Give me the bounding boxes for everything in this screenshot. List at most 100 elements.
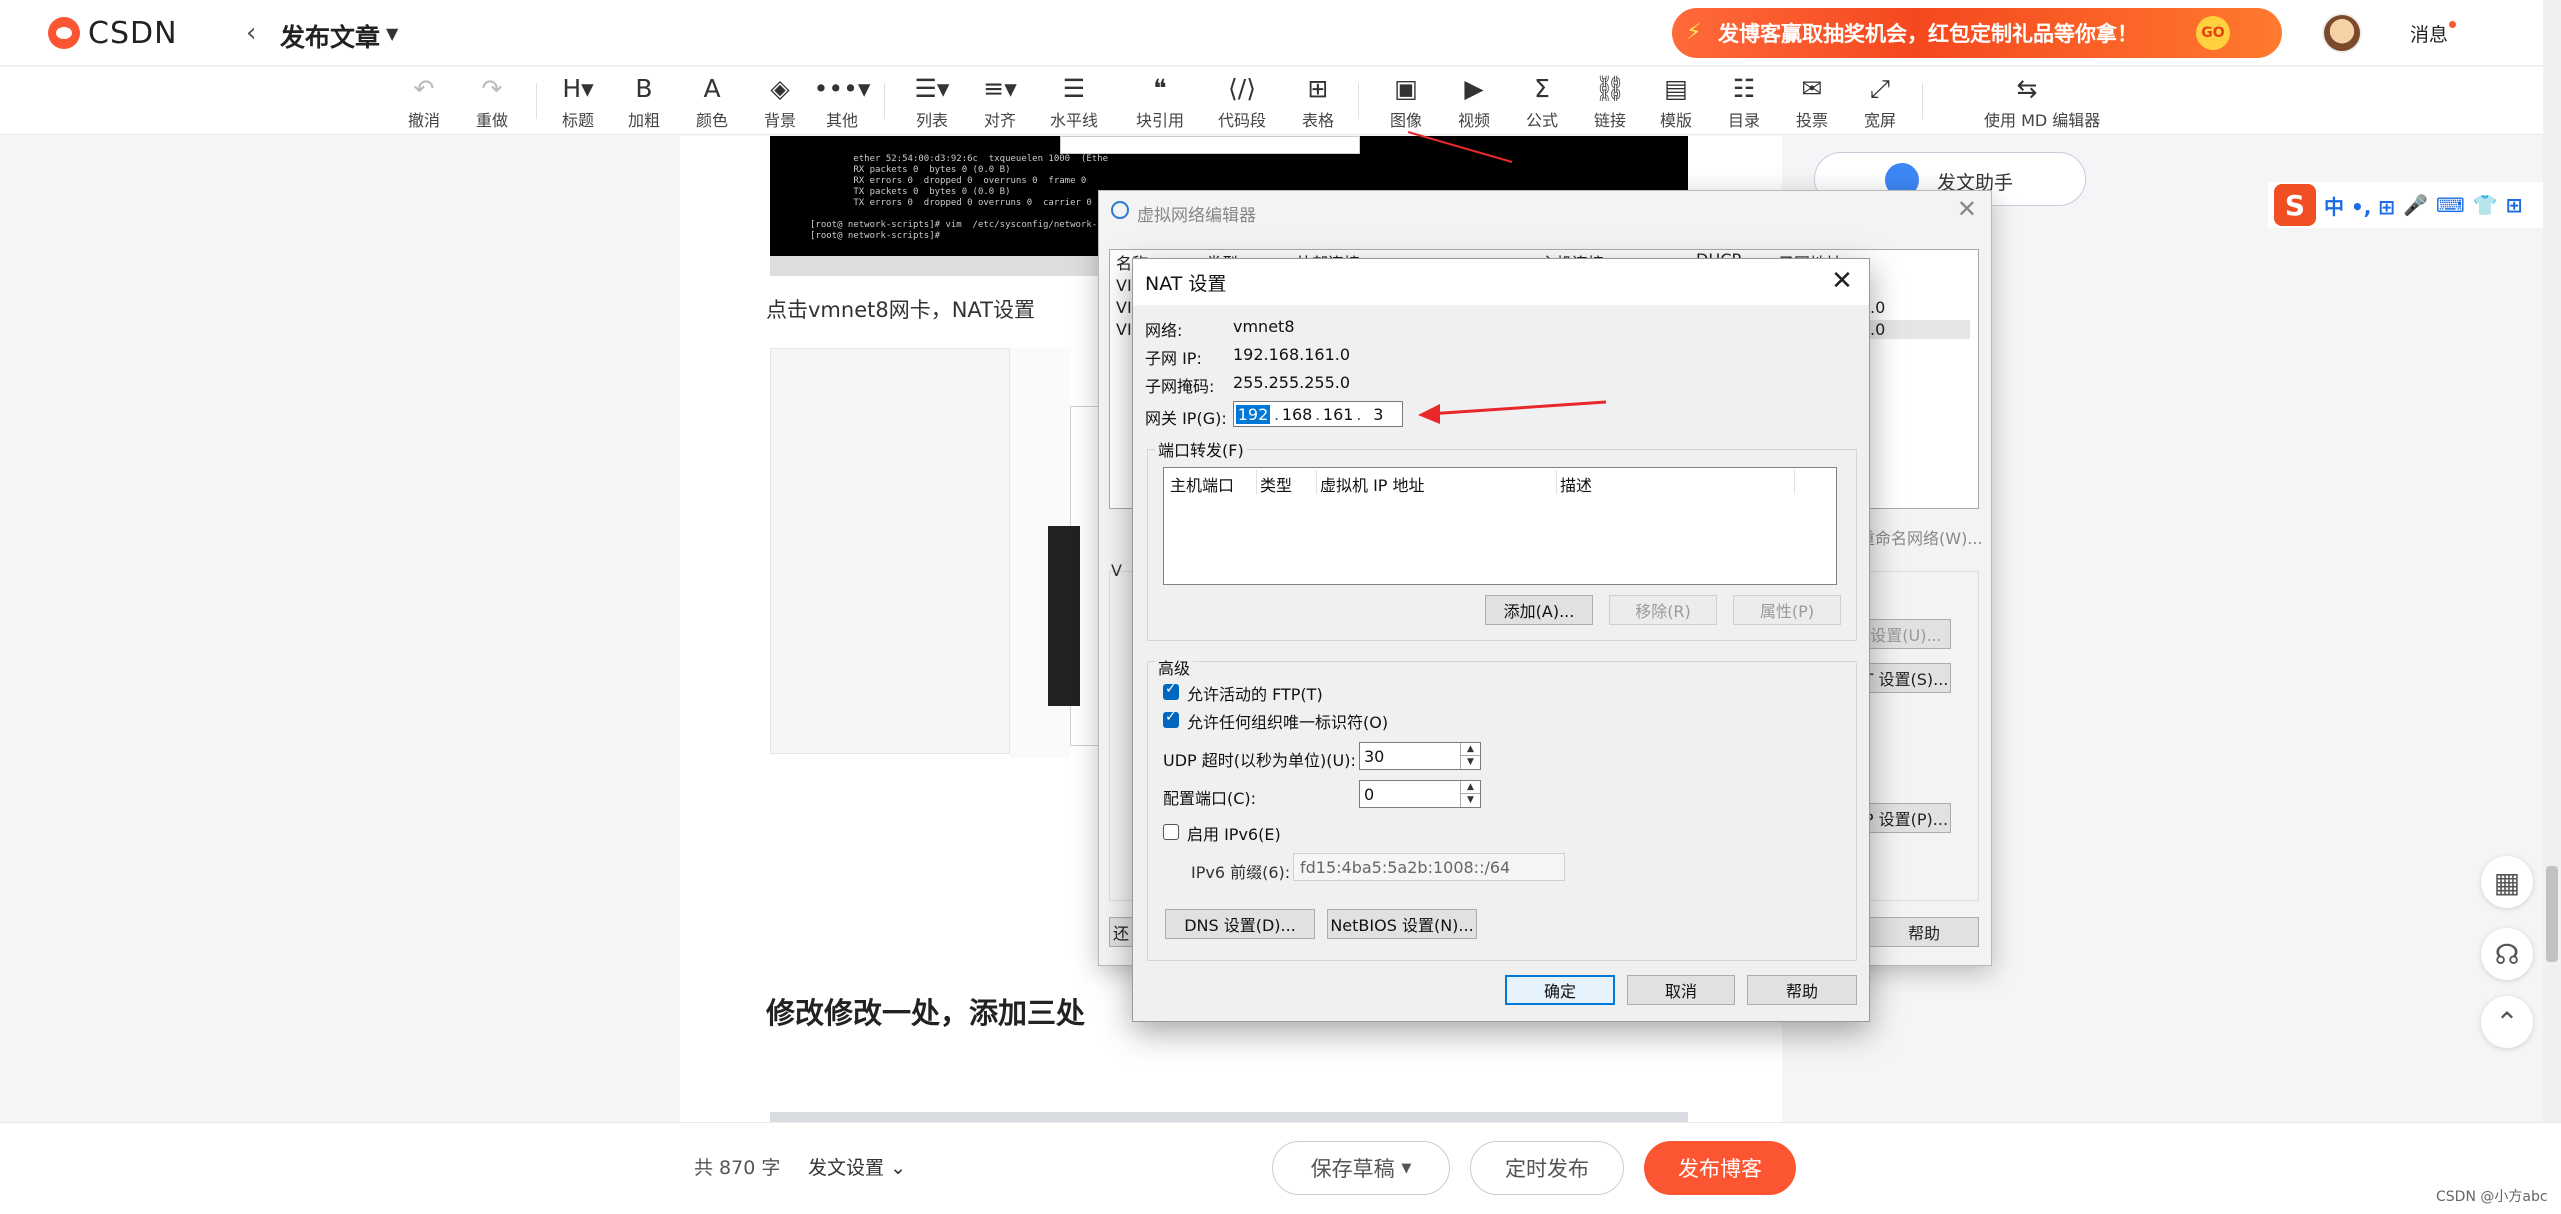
rename-network-button[interactable]: 重命名网络(W)... <box>1859 525 1983 549</box>
close-icon[interactable]: ✕ <box>1825 263 1859 299</box>
column-type[interactable]: 类型 <box>1260 472 1292 496</box>
restore-defaults-button[interactable]: 还 <box>1109 917 1133 947</box>
qrcode-icon[interactable]: ▦ <box>2481 856 2533 908</box>
bold-button[interactable]: B 加粗 <box>614 73 674 131</box>
remove-port-button[interactable]: 移除(R) <box>1609 595 1717 625</box>
schedule-button[interactable]: 定时发布 <box>1470 1141 1624 1195</box>
allow-ftp-label[interactable]: 允许活动的 FTP(T) <box>1187 681 1323 705</box>
ok-button[interactable]: 确定 <box>1505 975 1615 1005</box>
dhcp-button[interactable]: P 设置(P)... <box>1861 803 1951 833</box>
watermark: CSDN @小方abc <box>2436 1189 2548 1205</box>
subnet-cell-selected: .0 <box>1870 320 1970 339</box>
shirt-icon[interactable]: 👕 <box>2473 193 2498 217</box>
color-button[interactable]: A 颜色 <box>682 73 742 131</box>
promo-go-badge[interactable]: GO <box>2196 16 2230 50</box>
link-button[interactable]: ⛓ 链接 <box>1580 73 1640 131</box>
redo-button[interactable]: ↷ 重做 <box>462 73 522 131</box>
vne-title: 虚拟网络编辑器 <box>1137 206 1256 226</box>
align-button[interactable]: ≡▾ 对齐 <box>970 73 1030 131</box>
column-vm-ip[interactable]: 虚拟机 IP 地址 <box>1320 472 1425 496</box>
network-row[interactable]: VI <box>1116 298 1132 317</box>
network-row[interactable]: VI <box>1116 276 1132 295</box>
back-to-top-icon[interactable]: ⌃ <box>2481 996 2533 1048</box>
md-editor-button[interactable]: ⇆ 使用 MD 编辑器 <box>1984 73 2101 131</box>
heading-button[interactable]: H▾ 标题 <box>548 73 608 131</box>
ipv6-prefix-label: IPv6 前缀(6): <box>1191 863 1291 882</box>
vote-button[interactable]: ✉ 投票 <box>1782 73 1842 131</box>
spin-up-icon[interactable]: ▲ <box>1460 743 1480 756</box>
promo-banner[interactable]: ⚡ 发博客赢取抽奖机会，红包定制礼品等你拿！ GO <box>1672 8 2282 58</box>
ime-toolbar[interactable]: S 中 •, ⊞ 🎤 ⌨ 👕 ⊞ <box>2268 182 2544 228</box>
gateway-ip-label: 网关 IP(G): <box>1145 409 1227 428</box>
md-editor-label: 使用 MD 编辑器 <box>1984 111 2101 130</box>
headset-icon[interactable]: ☊ <box>2481 928 2533 980</box>
formula-button[interactable]: Σ 公式 <box>1512 73 1572 131</box>
enable-ipv6-label[interactable]: 启用 IPv6(E) <box>1187 821 1281 845</box>
avatar[interactable] <box>2322 13 2362 53</box>
grid-icon[interactable]: ⊞ <box>2506 193 2523 217</box>
allow-uid-checkbox[interactable] <box>1163 709 1179 728</box>
align-label: 对齐 <box>983 111 1016 130</box>
keyboard-icon[interactable]: ⌨ <box>2436 193 2465 217</box>
ipv6-prefix-field[interactable]: fd15:4ba5:5a2b:1008::/64 <box>1293 853 1565 881</box>
udp-timeout-spinner[interactable]: 30 ▲ ▼ <box>1359 742 1481 770</box>
vne-help-button[interactable]: 帮助 <box>1869 917 1979 947</box>
scrollbar-thumb[interactable] <box>2546 866 2558 962</box>
messages-link[interactable]: 消息 <box>2410 20 2448 47</box>
port-forwarding-list[interactable]: 主机端口 类型 虚拟机 IP 地址 描述 <box>1163 467 1837 585</box>
chevron-left-icon[interactable]: ‹ <box>246 18 256 48</box>
bold-icon: B <box>635 74 653 103</box>
microphone-icon[interactable]: 🎤 <box>2403 193 2428 217</box>
background-button[interactable]: ◈ 背景 <box>750 73 810 131</box>
template-button[interactable]: ▤ 模版 <box>1646 73 1706 131</box>
nat-settings-dialog[interactable]: NAT 设置 ✕ 网络: vmnet8 子网 IP: 192.168.161.0… <box>1132 258 1870 1022</box>
publish-button[interactable]: 发布博客 <box>1644 1141 1796 1195</box>
network-row[interactable]: VI <box>1116 320 1132 339</box>
more-button[interactable]: •••▾ 其他 <box>812 73 872 131</box>
help-button[interactable]: 帮助 <box>1747 975 1857 1005</box>
dhcp-settings-button[interactable]: 设置(U)... <box>1861 619 1951 649</box>
list-button[interactable]: ☰▾ 列表 <box>902 73 962 131</box>
netbios-settings-button[interactable]: NetBIOS 设置(N)... <box>1327 909 1477 939</box>
blockquote-button[interactable]: ❝ 块引用 <box>1130 73 1190 131</box>
widescreen-button[interactable]: ⤢ 宽屏 <box>1850 73 1910 131</box>
gateway-octet-4[interactable]: 3 <box>1363 405 1393 424</box>
gateway-ip-field[interactable]: 192 . 168 . 161 . 3 <box>1233 401 1403 427</box>
nat-settings-button[interactable]: T 设置(S)... <box>1861 663 1951 693</box>
spin-down-icon[interactable]: ▼ <box>1460 794 1480 807</box>
save-draft-button[interactable]: 保存草稿 ▼ <box>1272 1141 1450 1195</box>
caret-down-icon[interactable]: ▼ <box>386 24 398 43</box>
hr-button[interactable]: ☰ 水平线 <box>1044 73 1104 131</box>
port-properties-button[interactable]: 属性(P) <box>1733 595 1841 625</box>
undo-button[interactable]: ↶ 撤消 <box>394 73 454 131</box>
dns-settings-button[interactable]: DNS 设置(D)... <box>1165 909 1315 939</box>
scrollbar[interactable] <box>2543 0 2561 1214</box>
code-button[interactable]: ⟨/⟩ 代码段 <box>1212 73 1272 131</box>
allow-ftp-checkbox[interactable] <box>1163 681 1179 700</box>
enable-ipv6-checkbox[interactable] <box>1163 824 1179 840</box>
cancel-button[interactable]: 取消 <box>1627 975 1735 1005</box>
publish-settings-link[interactable]: 发文设置 ⌄ <box>808 1153 906 1180</box>
undo-icon: ↶ <box>413 74 435 103</box>
column-host-port[interactable]: 主机端口 <box>1170 472 1234 496</box>
image-button[interactable]: ▣ 图像 <box>1376 73 1436 131</box>
config-port-spinner[interactable]: 0 ▲ ▼ <box>1359 780 1481 808</box>
gateway-octet-2[interactable]: 168 <box>1281 405 1313 424</box>
add-port-button[interactable]: 添加(A)... <box>1485 595 1593 625</box>
gateway-octet-1[interactable]: 192 <box>1235 404 1271 424</box>
page-title[interactable]: 发布文章 <box>280 18 380 54</box>
column-divider <box>1256 470 1257 494</box>
udp-timeout-value[interactable]: 30 <box>1364 747 1384 766</box>
video-button[interactable]: ▶ 视频 <box>1444 73 1504 131</box>
gateway-octet-3[interactable]: 161 <box>1322 405 1354 424</box>
table-button[interactable]: ⊞ 表格 <box>1288 73 1348 131</box>
spin-up-icon[interactable]: ▲ <box>1460 781 1480 794</box>
csdn-logo[interactable]: CSDN <box>48 16 178 51</box>
toc-button[interactable]: ☷ 目录 <box>1714 73 1774 131</box>
screenshot-overlay <box>1060 136 1360 154</box>
spin-down-icon[interactable]: ▼ <box>1460 756 1480 769</box>
column-description[interactable]: 描述 <box>1560 472 1592 496</box>
allow-uid-label[interactable]: 允许任何组织唯一标识符(O) <box>1187 709 1388 733</box>
close-icon[interactable]: ✕ <box>1957 195 1977 223</box>
config-port-value[interactable]: 0 <box>1364 785 1374 804</box>
